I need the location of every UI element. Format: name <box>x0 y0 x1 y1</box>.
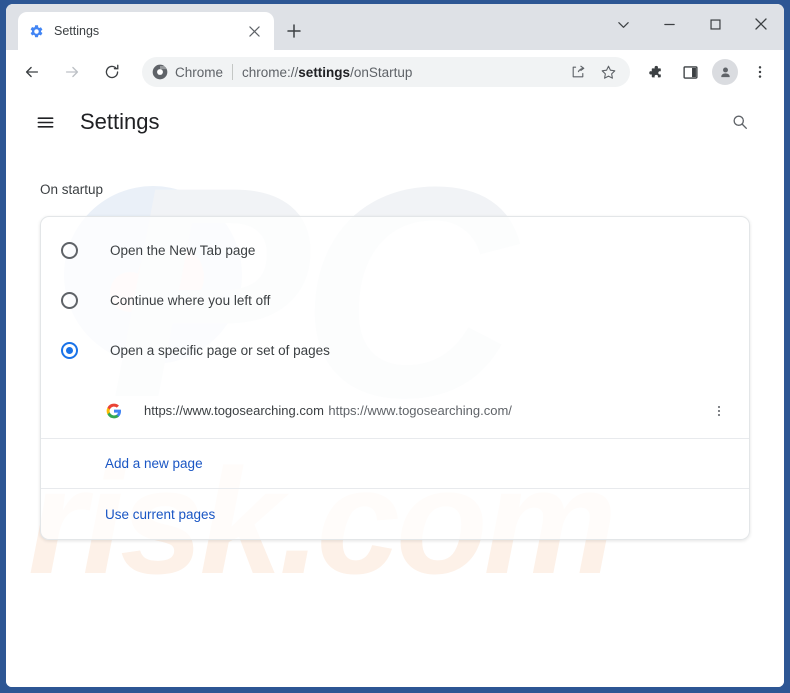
omnibox-chip-label: Chrome <box>175 65 223 80</box>
reload-icon <box>103 63 121 81</box>
minimize-icon <box>663 18 676 31</box>
omnibox-separator <box>232 64 233 80</box>
close-icon <box>754 17 768 31</box>
bookmark-button[interactable] <box>594 58 622 86</box>
maximize-button[interactable] <box>692 4 738 44</box>
startup-page-text: https://www.togosearching.com https://ww… <box>144 401 705 420</box>
share-icon <box>570 64 586 80</box>
side-panel-icon <box>682 64 699 81</box>
tab-strip: Settings <box>6 4 784 50</box>
omnibox-chip: Chrome <box>152 64 223 80</box>
tab-title: Settings <box>54 24 244 38</box>
startup-option-continue[interactable]: Continue where you left off <box>41 275 749 325</box>
section-label: On startup <box>40 182 103 197</box>
startup-page-url: https://www.togosearching.com/ <box>328 403 512 418</box>
search-icon <box>731 113 749 131</box>
use-current-pages-label: Use current pages <box>105 507 215 522</box>
reload-button[interactable] <box>96 56 128 88</box>
page-title: Settings <box>80 109 160 135</box>
omnibox-url-highlight: settings <box>298 65 350 80</box>
browser-toolbar: Chrome chrome://settings/onStartup <box>6 50 784 94</box>
omnibox-url: chrome://settings/onStartup <box>242 65 564 80</box>
on-startup-card: Open the New Tab page Continue where you… <box>40 216 750 540</box>
star-icon <box>600 64 617 81</box>
google-favicon-icon <box>105 402 122 419</box>
new-tab-button[interactable] <box>280 17 308 45</box>
maximize-icon <box>709 18 722 31</box>
omnibox-url-prefix: chrome:// <box>242 65 298 80</box>
forward-button[interactable] <box>56 56 88 88</box>
startup-option-new-tab[interactable]: Open the New Tab page <box>41 225 749 275</box>
address-bar[interactable]: Chrome chrome://settings/onStartup <box>142 57 630 87</box>
share-button[interactable] <box>564 58 592 86</box>
startup-option-label: Open a specific page or set of pages <box>110 343 330 358</box>
close-icon[interactable] <box>244 21 264 41</box>
person-icon <box>718 65 733 80</box>
arrow-right-icon <box>63 63 81 81</box>
puzzle-icon <box>646 64 663 81</box>
chrome-logo-icon <box>152 64 168 80</box>
settings-search-button[interactable] <box>724 106 756 138</box>
close-button[interactable] <box>738 4 784 44</box>
settings-menu-button[interactable] <box>28 105 62 139</box>
window-controls <box>600 4 784 44</box>
browser-menu-button[interactable] <box>745 57 775 87</box>
startup-page-menu-button[interactable] <box>705 397 733 425</box>
startup-page-row: https://www.togosearching.com https://ww… <box>41 383 749 439</box>
tab-search-button[interactable] <box>600 4 646 44</box>
avatar[interactable] <box>712 59 738 85</box>
browser-window: Settings <box>0 0 790 693</box>
startup-option-label: Open the New Tab page <box>110 243 255 258</box>
browser-window-inner: Settings <box>6 4 784 687</box>
startup-page-title: https://www.togosearching.com <box>144 403 324 418</box>
radio-continue[interactable] <box>61 292 78 309</box>
gear-icon <box>28 23 44 39</box>
use-current-pages-button[interactable]: Use current pages <box>41 489 749 539</box>
settings-header: Settings <box>6 94 784 150</box>
plus-icon <box>287 24 301 38</box>
extensions-button[interactable] <box>639 57 669 87</box>
add-new-page-label: Add a new page <box>105 456 203 471</box>
hamburger-icon <box>36 113 55 132</box>
omnibox-url-suffix: /onStartup <box>350 65 412 80</box>
browser-tab-settings[interactable]: Settings <box>18 12 274 50</box>
radio-specific-pages[interactable] <box>61 342 78 359</box>
chevron-down-icon <box>617 18 630 31</box>
add-new-page-button[interactable]: Add a new page <box>41 439 749 489</box>
radio-new-tab[interactable] <box>61 242 78 259</box>
three-dot-vertical-icon <box>752 64 768 80</box>
three-dot-vertical-icon <box>712 404 726 418</box>
side-panel-button[interactable] <box>675 57 705 87</box>
startup-option-specific-pages[interactable]: Open a specific page or set of pages <box>41 325 749 375</box>
minimize-button[interactable] <box>646 4 692 44</box>
arrow-left-icon <box>23 63 41 81</box>
back-button[interactable] <box>16 56 48 88</box>
startup-option-label: Continue where you left off <box>110 293 270 308</box>
settings-page: PC risk.com Settings <box>6 94 784 687</box>
